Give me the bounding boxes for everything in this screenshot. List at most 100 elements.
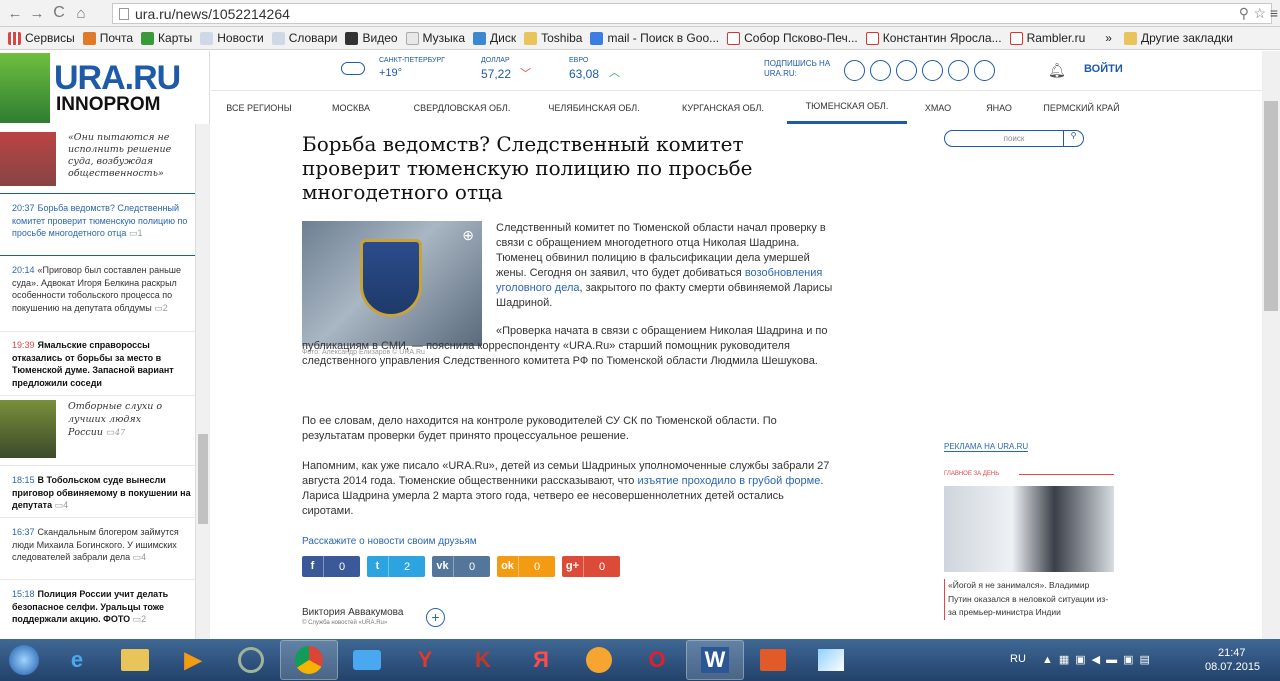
twitter-share-button[interactable]: t2 [367, 556, 425, 577]
list-item[interactable]: 19:39 Ямальские справороссы отказались от… [0, 332, 195, 396]
home-icon[interactable]: ⌂ [70, 5, 92, 22]
reload-icon[interactable]: C [48, 4, 70, 22]
comment-icon: ▭ [132, 552, 142, 562]
paint-button[interactable] [802, 640, 860, 680]
site-logo[interactable]: URA.RU INNOPROM [0, 51, 210, 124]
search-box[interactable]: поиск ⚲ [944, 130, 1084, 147]
zoom-icon[interactable]: ⚲ [1239, 5, 1249, 22]
page-scroll-thumb[interactable] [1264, 101, 1278, 311]
menu-icon[interactable]: ≡ [1270, 5, 1278, 21]
bookmark-mail[interactable]: Почта [82, 31, 133, 45]
bookmark-music[interactable]: Музыка [405, 31, 465, 45]
seizure-link[interactable]: изъятие проходило в грубой форме [637, 475, 820, 487]
article: Борьба ведомств? Следственный комитет пр… [302, 124, 842, 627]
clock-time[interactable]: 21:47 [1218, 647, 1246, 659]
mail-icon[interactable] [844, 60, 865, 81]
login-button[interactable]: ВОЙТИ [1084, 63, 1123, 75]
app-red-button[interactable] [744, 640, 802, 680]
list-item[interactable]: 20:14 «Приговор был составлен раньше суда… [0, 256, 195, 332]
opera-button[interactable]: O [628, 640, 686, 680]
clock-date[interactable]: 08.07.2015 [1205, 661, 1260, 673]
forward-icon[interactable]: → [26, 5, 48, 22]
bookmark-maps[interactable]: Карты [141, 31, 192, 45]
bookmark-services[interactable]: Сервисы [8, 31, 75, 45]
word-icon: W [700, 647, 730, 673]
mail-app-button[interactable] [338, 640, 396, 680]
page-scrollbar[interactable] [1262, 51, 1280, 639]
bookmark-rambler[interactable]: Rambler.ru [1009, 31, 1085, 45]
app-button[interactable] [222, 640, 280, 680]
subscribe-label: ПОДПИШИСЬ НА URA.RU: [764, 59, 831, 78]
search-icon[interactable]: ⚲ [1063, 131, 1083, 146]
logo-text: URA.RU [54, 59, 181, 97]
facebook-share-button[interactable]: f0 [302, 556, 360, 577]
odnoklassniki-share-button[interactable]: ok 0 [497, 556, 555, 577]
page-icon [271, 31, 285, 45]
search-input[interactable]: поиск [1004, 134, 1025, 143]
region-hmao[interactable]: ХМАО [907, 91, 969, 124]
yandex-icon [865, 31, 879, 45]
region-sverdlovsk[interactable]: СВЕРДЛОВСКАЯ ОБЛ. [395, 91, 529, 124]
list-item[interactable]: 15:18 Полиция России учит делать безопасн… [0, 580, 195, 630]
feed-scroll-thumb[interactable] [198, 434, 208, 524]
list-item[interactable]: 18:15 В Тобольском суде вынесли приговор … [0, 466, 195, 518]
rss-icon[interactable] [870, 60, 891, 81]
tray-icons[interactable]: ▲▦▣◀▬▣▤ [1042, 653, 1156, 666]
quote-card[interactable]: «Они пытаются не исполнить решение суда,… [0, 124, 195, 194]
bell-icon[interactable]: 🔔︎ [1048, 62, 1066, 79]
language-indicator[interactable]: RU [1010, 653, 1026, 665]
bookmarks-overflow[interactable]: » [1105, 31, 1112, 45]
word-button[interactable]: W [686, 640, 744, 680]
bookmark-video[interactable]: Видео [345, 31, 398, 45]
media-button[interactable]: ▶ [164, 640, 222, 680]
explorer-button[interactable] [106, 640, 164, 680]
yandex-browser-button[interactable]: Y [396, 640, 454, 680]
back-icon[interactable]: ← [4, 5, 26, 22]
folder-icon [121, 649, 149, 671]
url-text: ura.ru/news/1052214264 [135, 5, 290, 22]
feed-scrollbar[interactable] [196, 124, 210, 639]
main-day-label: ГЛАВНОЕ ЗА ДЕНЬ [944, 471, 1000, 477]
yandex-button[interactable]: Я [512, 640, 570, 680]
bookmark-news[interactable]: Новости [200, 31, 264, 45]
region-kurgan[interactable]: КУРГАНСКАЯ ОБЛ. [659, 91, 787, 124]
region-perm[interactable]: ПЕРМСКИЙ КРАЙ [1029, 91, 1134, 124]
region-all[interactable]: ВСЕ РЕГИОНЫ [211, 91, 307, 124]
list-item[interactable]: 20:37 Борьба ведомств? Следственный комит… [0, 194, 195, 256]
bookmark-dictionaries[interactable]: Словари [271, 31, 337, 45]
twitter-icon[interactable] [922, 60, 943, 81]
google-plus-share-button[interactable]: g+ 0 [562, 556, 620, 577]
bookmark-other[interactable]: Другие закладки [1123, 31, 1233, 45]
facebook-icon[interactable] [948, 60, 969, 81]
region-tyumen[interactable]: ТЮМЕНСКАЯ ОБЛ. [787, 91, 907, 124]
presentation-icon [760, 649, 786, 671]
region-moscow[interactable]: МОСКВА [307, 91, 395, 124]
ad-label[interactable]: РЕКЛАМА НА URA.RU [944, 442, 1029, 452]
kaspersky-button[interactable]: K [454, 640, 512, 680]
author-org: © Служба новостей «URA.Ru» [302, 620, 388, 626]
bookmark-konstantin[interactable]: Константин Яросла... [865, 31, 1002, 45]
star-icon[interactable]: ☆ [1253, 5, 1266, 22]
regions-nav: ВСЕ РЕГИОНЫ МОСКВА СВЕРДЛОВСКАЯ ОБЛ. ЧЕЛ… [211, 91, 1280, 124]
bookmark-sobor[interactable]: Собор Псково-Печ... [727, 31, 858, 45]
up-arrow-icon: ︿ [609, 67, 620, 79]
zoom-icon[interactable]: ⊕ [462, 227, 474, 244]
chrome-button[interactable] [280, 640, 338, 680]
vk-share-button[interactable]: vk 0 [432, 556, 490, 577]
bookmark-toshiba[interactable]: Toshiba [524, 31, 582, 45]
follow-author-button[interactable]: + [426, 608, 445, 627]
main-day-text[interactable]: «Йогой я не занимался». Владимир Путин о… [944, 579, 1114, 620]
bookmark-google[interactable]: mail - Поиск в Goo... [590, 31, 719, 45]
vk-icon[interactable] [896, 60, 917, 81]
address-bar[interactable]: ura.ru/news/1052214264 ⚲ ☆ [112, 3, 1272, 24]
list-item[interactable]: 16:37 Скандальным блогером займутся люди … [0, 518, 195, 580]
app-orange-button[interactable] [570, 640, 628, 680]
region-yanao[interactable]: ЯНАО [969, 91, 1029, 124]
ie-button[interactable]: e [48, 640, 106, 680]
main-day-photo[interactable] [944, 486, 1114, 572]
quote-card[interactable]: Отборные слухи о лучших людях России ▭47 [0, 396, 195, 466]
start-button[interactable] [0, 640, 48, 680]
odnoklassniki-icon[interactable] [974, 60, 995, 81]
region-chelyabinsk[interactable]: ЧЕЛЯБИНСКАЯ ОБЛ. [529, 91, 659, 124]
bookmark-disk[interactable]: Диск [473, 31, 516, 45]
